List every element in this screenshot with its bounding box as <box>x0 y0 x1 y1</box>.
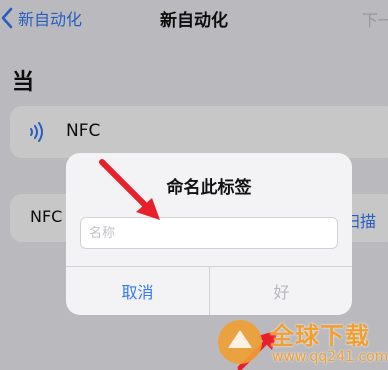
watermark-text: 全球下载 <box>270 322 370 350</box>
watermark-url: www.qq241.com <box>272 349 388 365</box>
ok-button[interactable]: 好 <box>210 267 352 315</box>
watermark: 全球下载 www.qq241.com <box>214 316 388 370</box>
cancel-button[interactable]: 取消 <box>66 267 209 315</box>
watermark-logo-icon <box>218 320 262 364</box>
annotation-arrow-icon <box>99 159 160 220</box>
